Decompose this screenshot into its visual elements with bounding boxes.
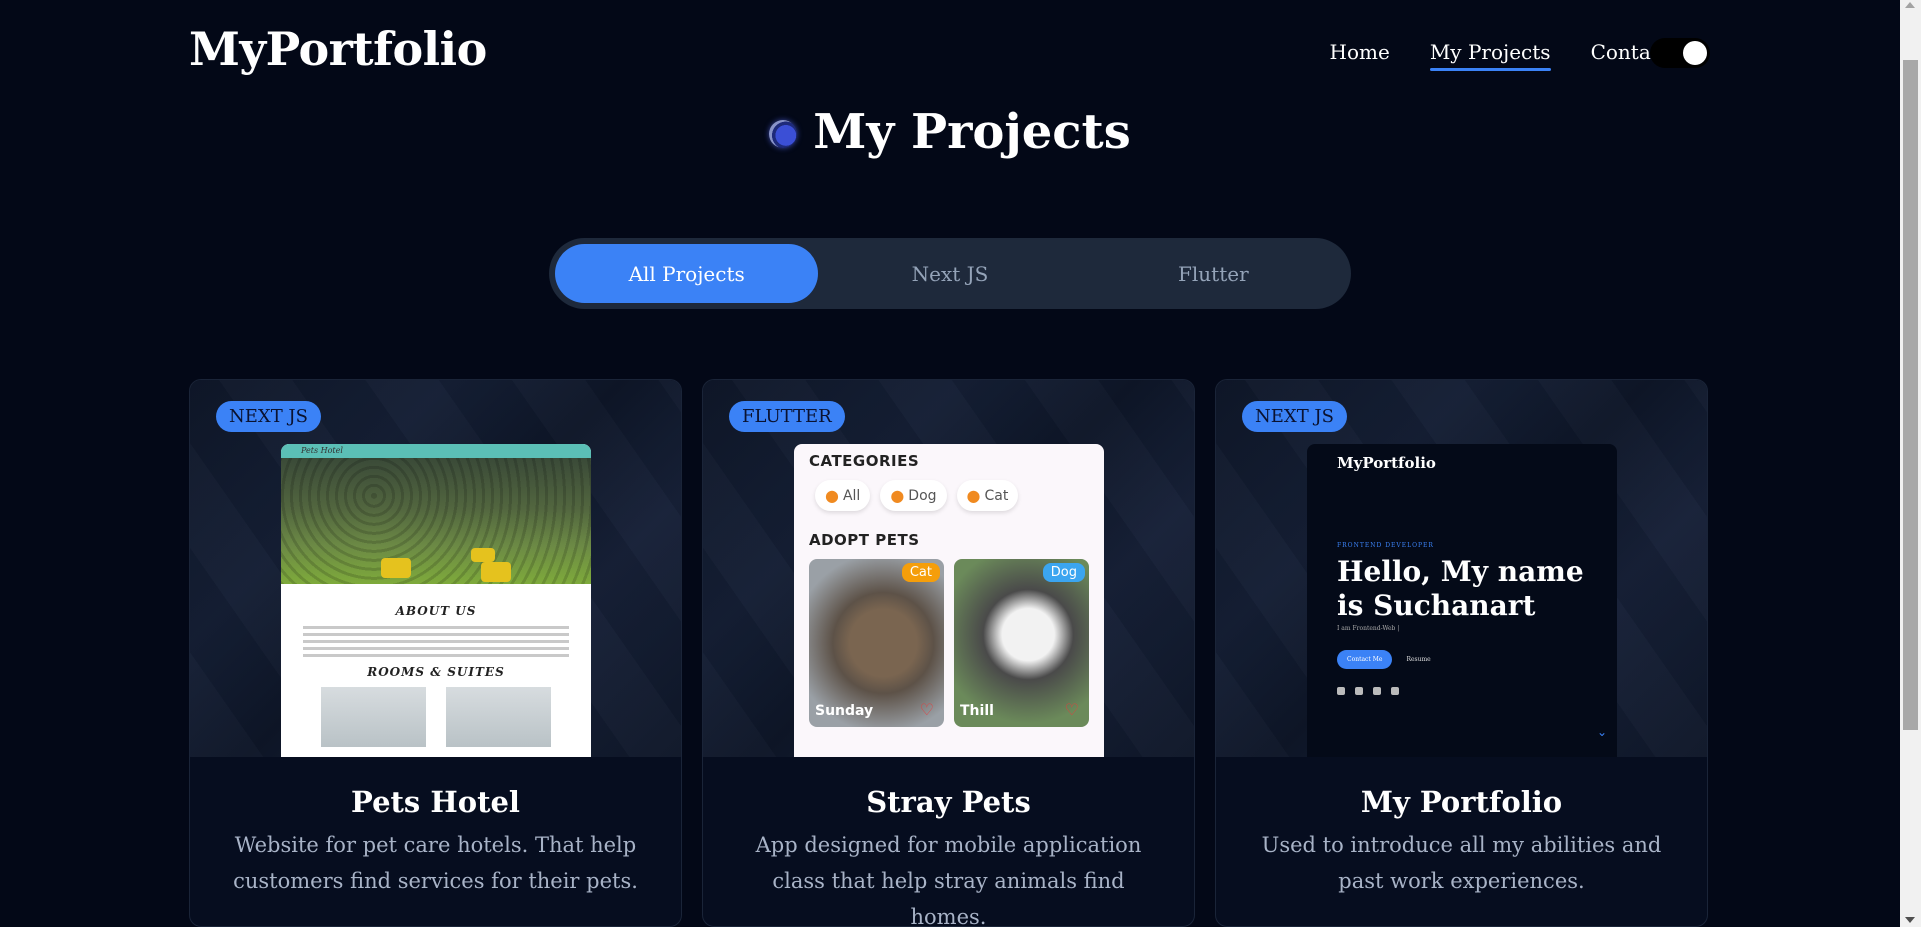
heart-icon: ♡ xyxy=(1064,700,1079,719)
section-heading: My Projects xyxy=(0,104,1900,160)
project-card-stray-pets[interactable]: FLUTTER CATEGORIES ● All ● Dog ● Cat ADOPT … xyxy=(702,379,1195,927)
project-description: Website for pet care hotels. That help c… xyxy=(233,833,638,893)
pet-tag: Dog xyxy=(1042,563,1085,582)
pets-hotel-screenshot: Pets Hotel ABOUT US ROOMS & SUITES xyxy=(281,444,591,757)
heart-icon: ♡ xyxy=(919,700,934,719)
pet-name: Thill xyxy=(960,703,994,719)
nav-home[interactable]: Home xyxy=(1330,40,1390,68)
pet-cards: Cat Sunday ♡ Dog Thill ♡ xyxy=(809,559,1089,727)
nav-my-projects[interactable]: My Projects xyxy=(1429,40,1551,71)
pet-tag: Cat xyxy=(901,563,940,582)
project-grid: NEXT JS Pets Hotel ABOUT US ROOMS & SUIT… xyxy=(189,379,1708,927)
project-filter-tabs: All Projects Next JS Flutter xyxy=(549,238,1351,309)
project-description: Used to introduce all my abilities and p… xyxy=(1261,833,1662,893)
project-title: Stray Pets xyxy=(866,785,1031,819)
main-nav: Home My Projects Contact xyxy=(1330,40,1670,71)
project-preview: NEXT JS MyPortfolio FRONTEND DEVELOPER H… xyxy=(1216,380,1707,757)
project-preview: FLUTTER CATEGORIES ● All ● Dog ● Cat ADOPT … xyxy=(703,380,1194,757)
preview-heading-about: ABOUT US xyxy=(395,604,477,618)
garden-image xyxy=(281,458,591,584)
preview-heading-rooms: ROOMS & SUITES xyxy=(367,665,505,679)
scroll-thumb[interactable] xyxy=(1903,60,1918,730)
page-scrollbar[interactable] xyxy=(1900,0,1921,927)
chip-all: ● All xyxy=(815,480,871,511)
project-preview: NEXT JS Pets Hotel ABOUT US ROOMS & SUIT… xyxy=(190,380,681,757)
chip-dog: ● Dog xyxy=(880,480,947,511)
portfolio-screenshot: MyPortfolio FRONTEND DEVELOPER Hello, My… xyxy=(1307,444,1617,757)
category-chips: ● All ● Dog ● Cat xyxy=(815,480,1089,511)
pet-card: Dog Thill ♡ xyxy=(954,559,1089,727)
instagram-icon xyxy=(1373,687,1381,695)
page-title: My Projects xyxy=(813,104,1131,160)
stray-pets-screenshot: CATEGORIES ● All ● Dog ● Cat ADOPT PETS Cat… xyxy=(794,444,1104,757)
room-images xyxy=(281,687,591,747)
scroll-down-arrow-icon[interactable] xyxy=(1905,917,1915,923)
cat-icon: ● xyxy=(966,486,981,505)
tab-all-projects[interactable]: All Projects xyxy=(555,244,819,303)
preview-logo: MyPortfolio xyxy=(1337,454,1436,472)
project-description: App designed for mobile application clas… xyxy=(755,833,1142,927)
preview-resume-button: Resume xyxy=(1406,656,1431,663)
scroll-up-arrow-icon[interactable] xyxy=(1905,2,1915,8)
tech-badge: NEXT JS xyxy=(216,401,321,432)
preview-hero-heading: Hello, My name is Suchanart xyxy=(1337,555,1584,622)
tech-badge: NEXT JS xyxy=(1242,401,1347,432)
discord-icon xyxy=(1391,687,1399,695)
brand-logo[interactable]: MyPortfolio xyxy=(189,22,487,76)
pet-card: Cat Sunday ♡ xyxy=(809,559,944,727)
planet-icon xyxy=(769,120,798,148)
preview-subtitle: I am Frontend-Web | xyxy=(1337,625,1400,632)
project-card-pets-hotel[interactable]: NEXT JS Pets Hotel ABOUT US ROOMS & SUIT… xyxy=(189,379,682,927)
preview-text-lines xyxy=(303,626,569,657)
toggle-knob xyxy=(1683,41,1707,65)
preview-buttons: Contact Me Resume xyxy=(1337,650,1587,669)
page: MyPortfolio Home My Projects Contact My … xyxy=(0,0,1900,927)
chevron-down-icon: ⌄ xyxy=(1596,725,1607,739)
dark-mode-toggle[interactable] xyxy=(1650,38,1710,68)
project-title: My Portfolio xyxy=(1360,785,1563,819)
preview-categories-heading: CATEGORIES xyxy=(809,452,920,470)
dog-icon: ● xyxy=(890,486,905,505)
project-card-my-portfolio[interactable]: NEXT JS MyPortfolio FRONTEND DEVELOPER H… xyxy=(1215,379,1708,927)
preview-top-bar: Pets Hotel xyxy=(281,444,591,458)
project-title: Pets Hotel xyxy=(351,785,520,819)
preview-social-icons xyxy=(1337,687,1587,695)
pet-name: Sunday xyxy=(815,703,874,719)
preview-contact-button: Contact Me xyxy=(1337,650,1393,669)
paw-icon: ● xyxy=(825,486,839,505)
mail-icon xyxy=(1337,687,1345,695)
github-icon xyxy=(1355,687,1363,695)
preview-role: FRONTEND DEVELOPER xyxy=(1337,542,1434,549)
tab-next-js[interactable]: Next JS xyxy=(818,244,1081,303)
chip-cat: ● Cat xyxy=(956,480,1019,511)
tech-badge: FLUTTER xyxy=(729,401,845,432)
tab-flutter[interactable]: Flutter xyxy=(1082,244,1345,303)
preview-adopt-heading: ADOPT PETS xyxy=(809,531,920,549)
